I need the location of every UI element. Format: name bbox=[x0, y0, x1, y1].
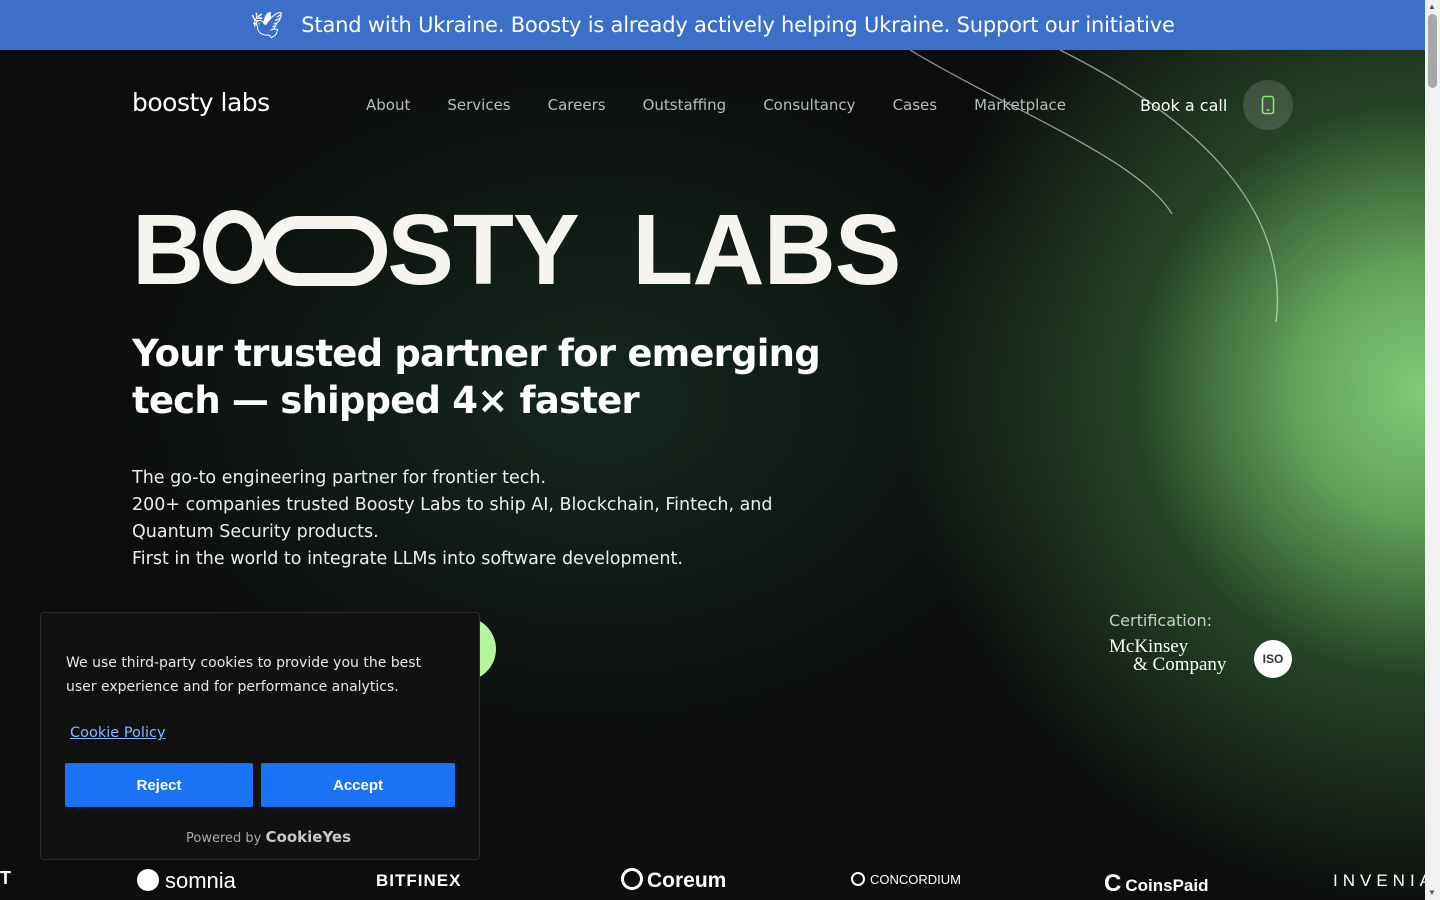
cookie-consent-banner: We use third-party cookies to provide yo… bbox=[40, 612, 480, 860]
scroll-up-icon[interactable]: ▲ bbox=[1428, 2, 1436, 11]
client-logos-strip: T somnia BITFINEX Coreum CONCORDIUM C Coi… bbox=[0, 862, 1431, 900]
site-logo[interactable]: boosty labs bbox=[132, 88, 270, 117]
headline-sty: STY bbox=[387, 194, 579, 306]
nav-cases[interactable]: Cases bbox=[893, 96, 938, 114]
nav-services[interactable]: Services bbox=[447, 96, 510, 114]
client-name: CONCORDIUM bbox=[870, 872, 961, 887]
client-name: somnia bbox=[165, 868, 236, 893]
powered-by-label: Powered by bbox=[186, 831, 262, 846]
phone-icon bbox=[1261, 95, 1275, 115]
hero-description: The go-to engineering partner for fronti… bbox=[132, 465, 832, 573]
headline-b: B bbox=[132, 194, 204, 306]
mckinsey-logo: McKinsey & Company bbox=[1109, 637, 1227, 675]
desc-line-2: 200+ companies trusted Boosty Labs to sh… bbox=[132, 495, 773, 542]
nav-marketplace[interactable]: Marketplace bbox=[974, 96, 1066, 114]
cookie-message: We use third-party cookies to provide yo… bbox=[66, 655, 422, 695]
hero-tagline: Your trusted partner for emerging tech —… bbox=[132, 332, 821, 422]
certification-label: Certification: bbox=[1109, 611, 1213, 630]
coinspaid-icon: C bbox=[1104, 870, 1122, 897]
cookie-policy-link[interactable]: Cookie Policy bbox=[70, 725, 166, 741]
banner-text[interactable]: Stand with Ukraine. Boosty is already ac… bbox=[301, 13, 1175, 37]
somnia-icon bbox=[137, 869, 159, 891]
client-logo: T bbox=[0, 868, 11, 888]
desc-line-1: The go-to engineering partner for fronti… bbox=[132, 468, 547, 488]
ukraine-banner[interactable]: 🕊 Stand with Ukraine. Boosty is already … bbox=[0, 0, 1425, 50]
page-scrollbar[interactable]: ▲ ▼ bbox=[1425, 0, 1440, 900]
coreum-icon bbox=[621, 868, 643, 890]
headline-labs: LABS bbox=[632, 194, 901, 306]
client-logo-concordium: CONCORDIUM bbox=[851, 872, 961, 887]
client-logo-somnia: somnia bbox=[137, 868, 236, 894]
powered-by[interactable]: Powered by CookieYes bbox=[186, 828, 351, 846]
iso-label: ISO bbox=[1262, 652, 1284, 666]
nav-consultancy[interactable]: Consultancy bbox=[763, 96, 855, 114]
cookieyes-brand: CookieYes bbox=[265, 828, 352, 846]
client-logo-bitfinex: BITFINEX bbox=[376, 871, 462, 890]
accept-button[interactable]: Accept bbox=[261, 763, 455, 807]
book-call-link[interactable]: Book a call bbox=[1140, 96, 1227, 115]
scroll-down-icon[interactable]: ▼ bbox=[1428, 888, 1436, 897]
phone-button[interactable] bbox=[1243, 80, 1293, 130]
reject-button[interactable]: Reject bbox=[65, 763, 253, 807]
iso-badge: ISO bbox=[1254, 640, 1292, 678]
nav-about[interactable]: About bbox=[366, 96, 410, 114]
dove-icon: 🕊 bbox=[250, 9, 284, 40]
client-name: CoinsPaid bbox=[1125, 876, 1209, 895]
main-nav: About Services Careers Outstaffing Consu… bbox=[366, 96, 1066, 114]
client-name: Coreum bbox=[647, 869, 727, 892]
client-logo-coreum: Coreum bbox=[621, 868, 726, 893]
scrollbar-thumb[interactable] bbox=[1428, 14, 1437, 88]
headline-o-ring bbox=[203, 210, 266, 284]
client-logo-invenia: INVENIA bbox=[1333, 871, 1437, 890]
client-logo-coinspaid: C CoinsPaid bbox=[1104, 870, 1208, 898]
concordium-icon bbox=[851, 872, 865, 886]
desc-line-3: First in the world to integrate LLMs int… bbox=[132, 549, 683, 569]
hero-headline: B STY LABS bbox=[132, 200, 902, 300]
nav-careers[interactable]: Careers bbox=[548, 96, 606, 114]
headline-oo-shape bbox=[263, 216, 388, 286]
nav-outstaffing[interactable]: Outstaffing bbox=[643, 96, 727, 114]
mckinsey-line-2: & Company bbox=[1133, 654, 1227, 675]
